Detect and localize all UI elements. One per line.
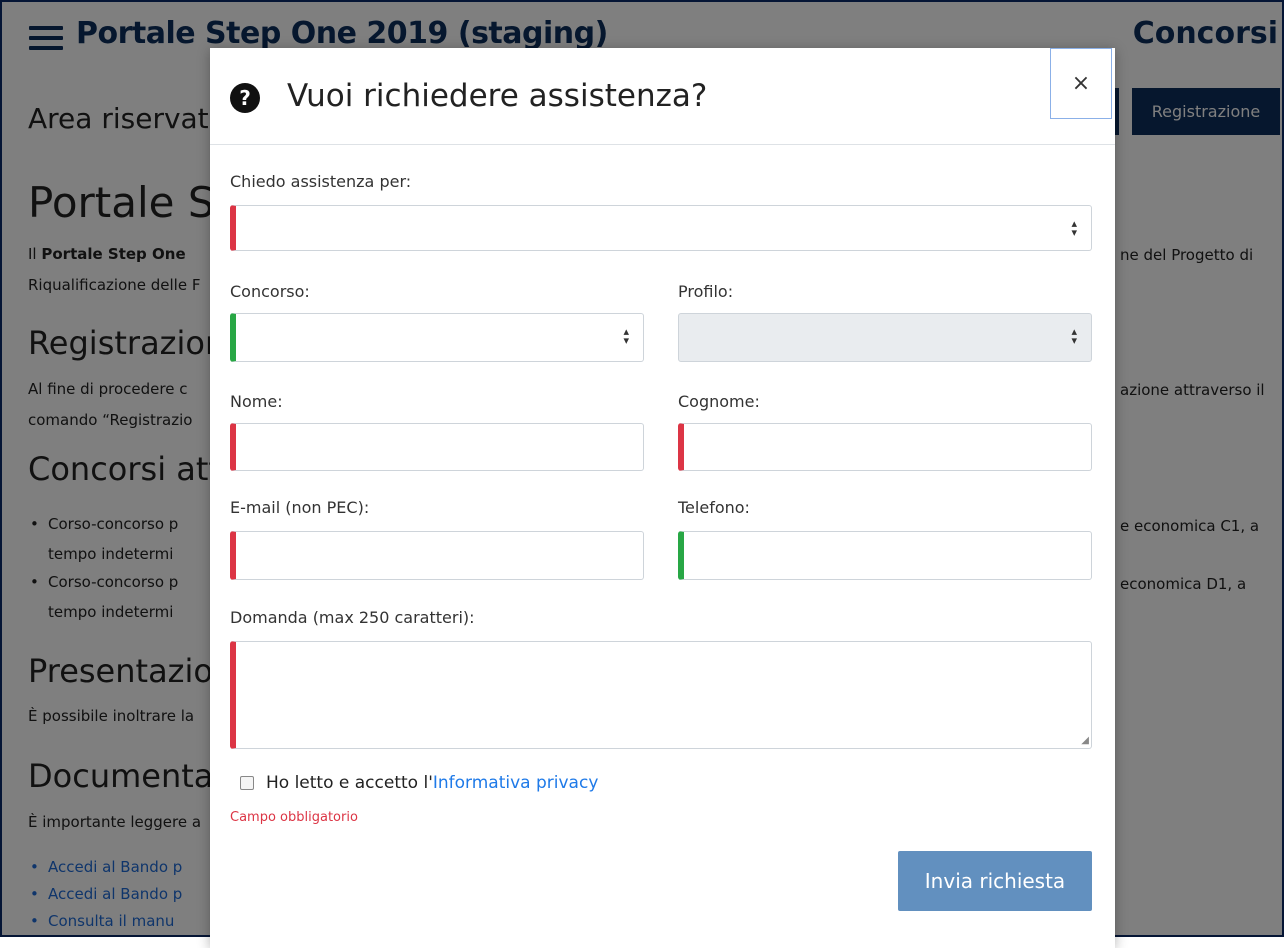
- email-input[interactable]: [230, 531, 644, 580]
- surname-input[interactable]: [678, 423, 1092, 471]
- assistance-for-label: Chiedo assistenza per:: [230, 172, 412, 191]
- privacy-text: Ho letto e accetto l': [266, 773, 433, 793]
- question-textarea[interactable]: ◢: [230, 641, 1092, 749]
- question-label: Domanda (max 250 caratteri):: [230, 608, 475, 627]
- privacy-consent-row: Ho letto e accetto l' Informativa privacy: [240, 773, 598, 793]
- select-caret-icon: ▴ ▾: [1071, 217, 1077, 239]
- privacy-checkbox[interactable]: [240, 776, 254, 790]
- phone-label: Telefono:: [678, 498, 750, 517]
- contest-label: Concorso:: [230, 282, 310, 301]
- resize-grip-icon[interactable]: ◢: [1081, 735, 1089, 746]
- privacy-link[interactable]: Informativa privacy: [433, 773, 599, 793]
- modal-title: Vuoi richiedere assistenza?: [287, 78, 708, 114]
- question-circle-icon: ?: [230, 83, 260, 113]
- modal-header: ? Vuoi richiedere assistenza? ×: [210, 48, 1115, 145]
- required-error: Campo obbligatorio: [230, 810, 358, 825]
- assistance-for-select[interactable]: ▴ ▾: [230, 205, 1092, 251]
- close-button[interactable]: ×: [1050, 48, 1112, 119]
- name-input[interactable]: [230, 423, 644, 471]
- contest-select[interactable]: ▴ ▾: [230, 313, 644, 362]
- assistance-modal: ? Vuoi richiedere assistenza? × Chiedo a…: [210, 48, 1115, 948]
- phone-input[interactable]: [678, 531, 1092, 580]
- profile-select[interactable]: ▴ ▾: [678, 313, 1092, 362]
- submit-button[interactable]: Invia richiesta: [898, 851, 1092, 911]
- name-label: Nome:: [230, 392, 283, 411]
- select-caret-icon: ▴ ▾: [623, 325, 629, 347]
- profile-label: Profilo:: [678, 282, 734, 301]
- surname-label: Cognome:: [678, 392, 760, 411]
- email-label: E-mail (non PEC):: [230, 498, 370, 517]
- select-caret-icon: ▴ ▾: [1071, 325, 1077, 347]
